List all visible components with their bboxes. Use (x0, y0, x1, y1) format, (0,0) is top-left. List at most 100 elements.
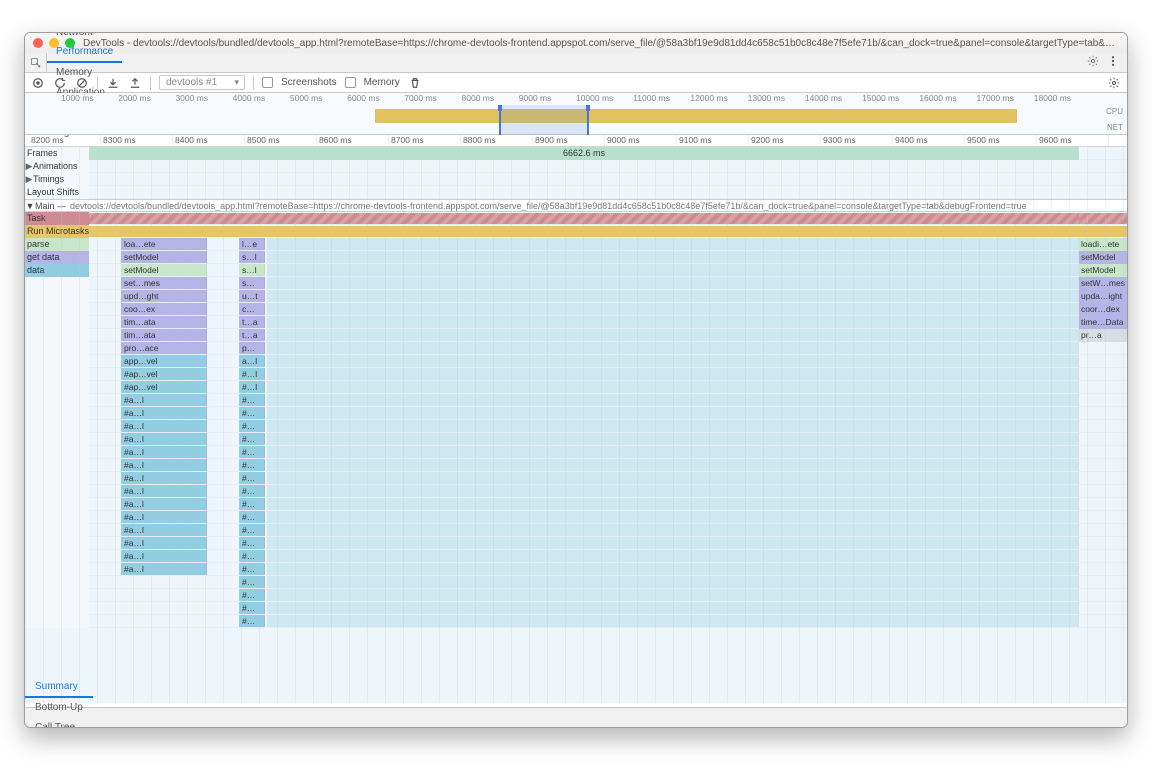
tab-performance[interactable]: Performance (47, 43, 122, 63)
flame-cell[interactable]: setModel (121, 251, 207, 263)
flame-cell[interactable]: #…l (239, 381, 265, 393)
flame-right-stub[interactable] (1079, 537, 1127, 550)
flame-chart[interactable]: Frames 6662.6 ms ▶Animations ▶Timings La… (25, 147, 1127, 703)
details-tab-summary[interactable]: Summary (25, 678, 93, 698)
flame-cell[interactable] (267, 277, 1079, 289)
flame-cell[interactable]: #… (239, 433, 265, 445)
flame-right-stub[interactable] (1079, 420, 1127, 433)
flame-cell[interactable]: s… (239, 277, 265, 289)
flame-cell[interactable]: #… (239, 407, 265, 419)
detail-ruler[interactable]: 8200 ms8300 ms8400 ms8500 ms8600 ms8700 … (25, 135, 1127, 147)
flame-right-stub[interactable]: setW…mes (1079, 277, 1127, 290)
flame-row[interactable]: get datasetModels…lsetModel (25, 251, 1127, 264)
flame-right-stub[interactable]: loadi…ete (1079, 238, 1127, 251)
flame-cell[interactable]: #… (239, 563, 265, 575)
flame-cell[interactable] (267, 303, 1079, 315)
task-row[interactable]: Task (25, 212, 1127, 225)
layoutshifts-track[interactable]: Layout Shifts (25, 186, 1127, 199)
flame-cell[interactable] (267, 368, 1079, 380)
flame-cell[interactable] (267, 251, 1079, 263)
flame-cell[interactable] (267, 589, 1079, 601)
main-track-header[interactable]: ▼ Main — devtools://devtools/bundled/dev… (25, 199, 1127, 212)
flame-cell[interactable] (267, 316, 1079, 328)
flame-cell[interactable] (267, 290, 1079, 302)
flame-right-stub[interactable] (1079, 459, 1127, 472)
flame-row[interactable]: #a…l#… (25, 394, 1127, 407)
flame-cell[interactable]: #a…l (121, 498, 207, 510)
flame-right-stub[interactable] (1079, 511, 1127, 524)
flame-cell[interactable]: coo…ex (121, 303, 207, 315)
flame-cell[interactable] (267, 602, 1079, 614)
flame-right-stub[interactable] (1079, 602, 1127, 615)
profile-selector[interactable]: devtools #1 (159, 75, 245, 90)
flame-cell[interactable]: #a…l (121, 537, 207, 549)
flame-row[interactable]: #a…l #… (25, 563, 1127, 576)
flame-cell[interactable] (267, 342, 1079, 354)
capture-settings-gear-icon[interactable] (1107, 76, 1121, 90)
trash-icon[interactable] (408, 76, 422, 90)
flame-row[interactable]: tim…ata t…a pr…a (25, 329, 1127, 342)
more-menu-icon[interactable] (1107, 55, 1119, 70)
flame-row[interactable]: #a…l #… (25, 537, 1127, 550)
flame-cell[interactable]: tim…ata (121, 329, 207, 341)
flame-right-stub[interactable]: pr…a (1079, 329, 1127, 342)
details-tab-calltree[interactable]: Call Tree (25, 718, 93, 729)
flame-cell[interactable] (267, 563, 1079, 575)
flame-cell[interactable]: c… (239, 303, 265, 315)
flame-cell[interactable]: #… (239, 602, 265, 614)
flame-cell[interactable]: #… (239, 615, 265, 627)
flame-row[interactable]: #… (25, 589, 1127, 602)
flame-right-stub[interactable] (1079, 381, 1127, 394)
flame-cell[interactable]: #… (239, 537, 265, 549)
flame-cell[interactable] (267, 264, 1079, 276)
flame-cell[interactable] (267, 550, 1079, 562)
flame-cell[interactable]: #a…l (121, 563, 207, 575)
flame-right-stub[interactable] (1079, 524, 1127, 537)
flame-row[interactable]: #a…l#… (25, 446, 1127, 459)
flame-cell[interactable] (267, 485, 1079, 497)
flame-cell[interactable]: upd…ght (121, 290, 207, 302)
flame-cell[interactable]: u…t (239, 290, 265, 302)
flame-right-stub[interactable] (1079, 407, 1127, 420)
flame-right-stub[interactable]: setModel (1079, 264, 1127, 277)
frames-track[interactable]: Frames 6662.6 ms (25, 147, 1127, 160)
flame-row[interactable]: #a…l #… (25, 433, 1127, 446)
flame-cell[interactable]: #… (239, 498, 265, 510)
flame-cell[interactable]: #… (239, 420, 265, 432)
flame-row[interactable]: #a…l#… (25, 550, 1127, 563)
flame-right-stub[interactable]: upda…ight (1079, 290, 1127, 303)
reload-record-icon[interactable] (53, 76, 67, 90)
flame-right-stub[interactable] (1079, 589, 1127, 602)
flame-cell[interactable]: t…a (239, 316, 265, 328)
flame-cell[interactable]: app…vel (121, 355, 207, 367)
flame-cell[interactable]: #… (239, 485, 265, 497)
flame-cell[interactable] (267, 498, 1079, 510)
flame-cell[interactable]: #a…l (121, 485, 207, 497)
flame-cell[interactable]: t…a (239, 329, 265, 341)
flame-cell[interactable]: #… (239, 524, 265, 536)
flame-row[interactable]: set…mess…setW…mes (25, 277, 1127, 290)
settings-gear-icon[interactable] (1087, 55, 1099, 70)
flame-cell[interactable] (267, 524, 1079, 536)
flame-cell[interactable]: #…l (239, 368, 265, 380)
flame-cell[interactable] (267, 615, 1079, 627)
flame-right-stub[interactable] (1079, 498, 1127, 511)
flame-row[interactable]: #a…l #… (25, 420, 1127, 433)
flame-right-stub[interactable] (1079, 563, 1127, 576)
flame-right-stub[interactable] (1079, 394, 1127, 407)
flame-right-stub[interactable] (1079, 446, 1127, 459)
flame-cell[interactable]: #a…l (121, 407, 207, 419)
flame-row[interactable]: #a…l#… (25, 472, 1127, 485)
flame-cell[interactable]: #a…l (121, 420, 207, 432)
overview-selection[interactable] (499, 105, 589, 135)
flame-cell[interactable]: #ap…vel (121, 368, 207, 380)
flame-row[interactable]: #ap…vel #…l (25, 368, 1127, 381)
flame-cell[interactable]: tim…ata (121, 316, 207, 328)
flame-row[interactable]: pro…acep… (25, 342, 1127, 355)
flame-cell[interactable]: #a…l (121, 433, 207, 445)
flame-cell[interactable]: #… (239, 550, 265, 562)
flame-right-stub[interactable]: coor…dex (1079, 303, 1127, 316)
flame-cell[interactable] (267, 407, 1079, 419)
tab-network[interactable]: Network (47, 32, 122, 43)
flame-cell[interactable]: loa…ete (121, 238, 207, 250)
